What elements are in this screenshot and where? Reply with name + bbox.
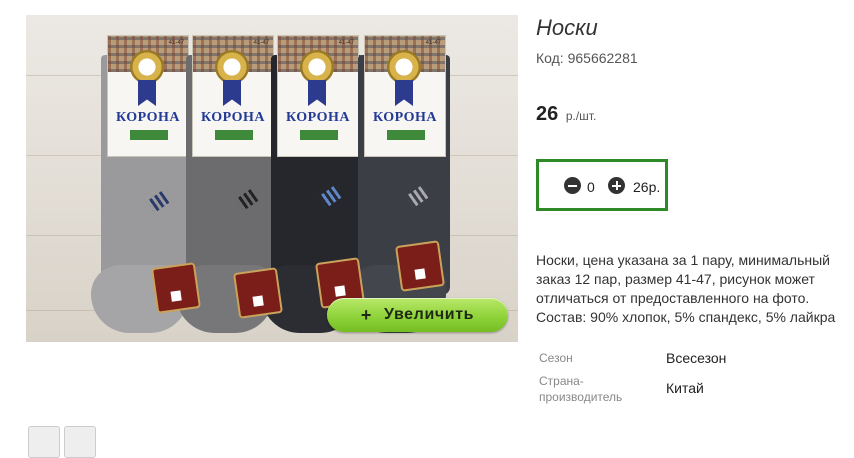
spec-label: Страна-производитель xyxy=(539,374,623,404)
thumbnail[interactable] xyxy=(28,426,60,458)
medical-comfort-label-icon xyxy=(233,267,283,319)
package-card: КОРОНА 41-47 xyxy=(364,35,446,157)
medical-comfort-label-icon xyxy=(151,262,201,314)
zoom-button[interactable]: + Увеличить xyxy=(327,298,508,332)
product-image[interactable]: КОРОНА 41-47 КОРОНА 41-47 КОРОНА 41-47 К… xyxy=(26,15,518,342)
product-price: 26 р./шт. xyxy=(536,103,596,126)
zoom-button-label: Увеличить xyxy=(384,306,475,323)
medical-comfort-label-icon xyxy=(395,240,445,292)
image-thumbnails xyxy=(28,426,96,458)
product-code: Код: 965662281 xyxy=(536,50,638,66)
minus-icon[interactable] xyxy=(564,177,581,194)
plus-icon: + xyxy=(360,304,373,325)
spec-value: Китай xyxy=(666,380,704,396)
quantity-value: 0 xyxy=(587,179,595,195)
package-card: КОРОНА 41-47 xyxy=(277,35,359,157)
spec-value: Всесезон xyxy=(666,350,727,366)
package-card: КОРОНА 41-47 xyxy=(107,35,189,157)
price-unit: р./шт. xyxy=(565,109,597,123)
spec-label: Сезон xyxy=(539,351,573,365)
thumbnail[interactable] xyxy=(64,426,96,458)
price-value: 26 xyxy=(536,103,559,125)
product-title: Носки xyxy=(536,15,598,40)
plus-icon[interactable] xyxy=(608,177,625,194)
product-description: Носки, цена указана за 1 пару, минимальн… xyxy=(536,252,836,325)
brand-label: КОРОНА xyxy=(115,110,181,125)
quantity-stepper: 0 26р. xyxy=(536,159,668,211)
package-card: КОРОНА 41-47 xyxy=(192,35,274,157)
quantity-sum: 26р. xyxy=(633,179,661,195)
